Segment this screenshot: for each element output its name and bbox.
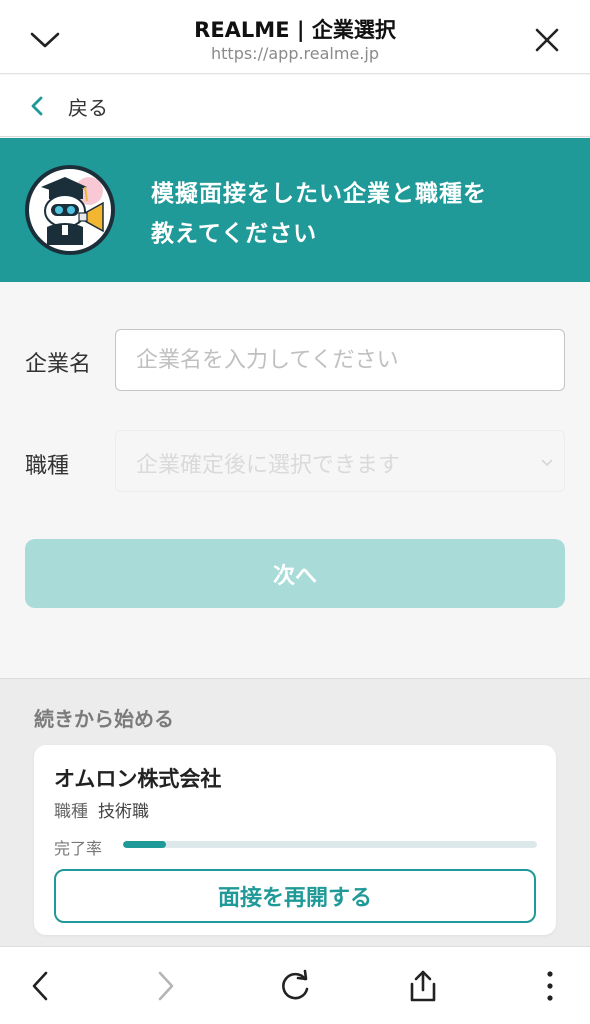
share-button[interactable] [398,961,448,1011]
browser-header: REALME | 企業選択 https://app.realme.jp [0,0,590,74]
forward-nav-button[interactable] [141,961,191,1011]
resume-job-key: 職種 [54,802,88,822]
browser-url: https://app.realme.jp [211,44,379,63]
back-link[interactable]: 戻る [30,89,108,123]
continue-heading: 続きから始める [34,707,174,731]
resume-card: オムロン株式会社 職種 技術職 完了率 面接を再開する [34,745,556,935]
resume-button-label: 面接を再開する [217,886,372,911]
job-type-select[interactable]: 企業確定後に選択できます [115,430,565,492]
progress-bar-fill [123,841,167,848]
progress-label: 完了率 [54,839,103,858]
robot-mascot-icon [41,177,104,245]
more-vertical-icon [547,971,553,1001]
reload-icon [282,969,309,1000]
resume-interview-button[interactable]: 面接を再開する [54,869,536,923]
mascot-avatar [25,165,115,255]
chevron-down-icon [541,459,553,467]
more-options-button[interactable] [525,961,575,1011]
reload-button[interactable] [270,961,320,1011]
intro-banner: 模擬面接をしたい企業と職種を 教えてください [0,138,590,282]
resume-job-value: 技術職 [98,802,149,822]
close-icon [535,28,559,52]
next-button[interactable]: 次へ [25,539,565,608]
progress-bar [123,841,537,848]
job-label: 職種 [25,454,70,479]
arrow-right-icon [158,971,174,1001]
browser-toolbar [0,946,590,1024]
job-select-placeholder: 企業確定後に選択できます [136,453,401,478]
back-row: 戻る [0,75,590,137]
continue-section: 続きから始める オムロン株式会社 職種 技術職 完了率 面接を再開する [0,678,590,946]
next-button-label: 次へ [272,563,317,589]
resume-job-line: 職種 技術職 [54,797,149,822]
company-form: 企業名 職種 企業確定後に選択できます 次へ [0,282,590,678]
back-label: 戻る [68,95,108,120]
arrow-left-icon [32,971,48,1001]
banner-message: 模擬面接をしたい企業と職種を 教えてください [151,174,571,254]
company-label: 企業名 [25,352,92,377]
banner-line-1: 模擬面接をしたい企業と職種を [151,181,487,207]
resume-company-name: オムロン株式会社 [54,767,222,791]
close-button[interactable] [524,20,570,60]
share-icon [410,970,436,1002]
company-name-input[interactable] [115,329,565,391]
chevron-left-icon [30,95,52,117]
banner-line-2: 教えてください [151,221,318,247]
browser-title: REALME | 企業選択 [194,18,396,42]
back-nav-button[interactable] [15,961,65,1011]
